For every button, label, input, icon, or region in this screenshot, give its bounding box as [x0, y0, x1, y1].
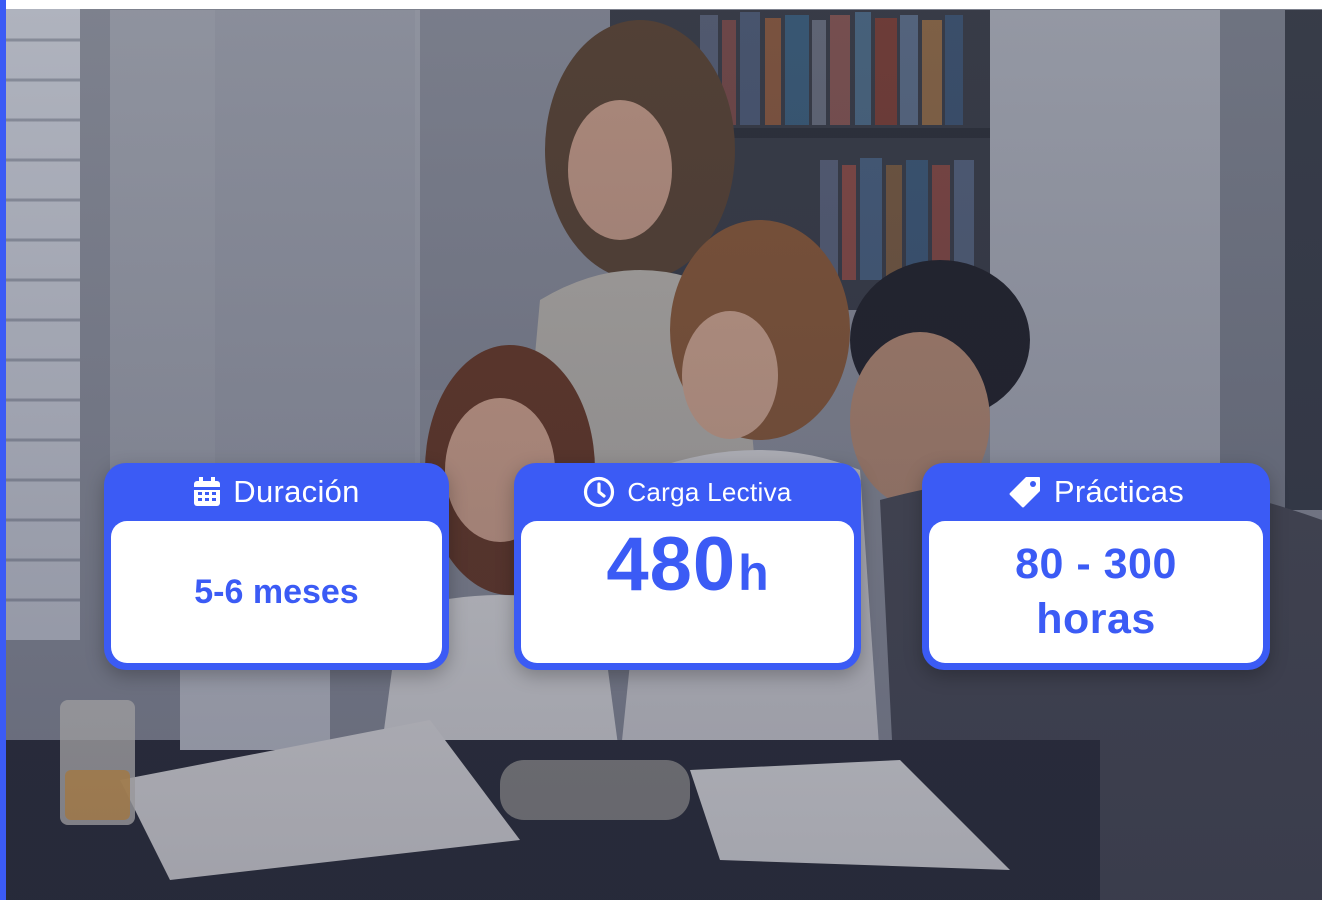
carga-lectiva-value-box: 480 h — [521, 521, 854, 663]
duracion-card: Duración 5-6 meses — [104, 463, 449, 670]
tag-icon — [1008, 475, 1042, 509]
carga-lectiva-number: 480 — [606, 522, 737, 607]
duracion-title: Duración — [233, 474, 360, 509]
duracion-card-header: Duración — [104, 463, 449, 521]
carga-lectiva-card-header: Carga Lectiva — [514, 463, 861, 521]
practicas-range: 80 - 300 — [1015, 539, 1177, 588]
calendar-icon — [193, 477, 221, 507]
practicas-value-box: 80 - 300 horas — [929, 521, 1263, 663]
duracion-value-box: 5-6 meses — [111, 521, 442, 663]
hero-photo — [0, 0, 1322, 900]
clock-icon — [583, 476, 615, 508]
carga-lectiva-card: Carga Lectiva 480 h — [514, 463, 861, 670]
top-border — [0, 0, 1322, 9]
left-accent-bar — [0, 0, 6, 900]
practicas-card: Prácticas 80 - 300 horas — [922, 463, 1270, 670]
practicas-title: Prácticas — [1053, 474, 1185, 509]
practicas-card-header: Prácticas — [922, 463, 1270, 521]
photo-tint — [0, 0, 1322, 900]
duracion-value: 5-6 meses — [194, 572, 359, 611]
carga-lectiva-unit: h — [738, 545, 769, 601]
practicas-unit: horas — [1036, 595, 1156, 643]
carga-lectiva-title: Carga Lectiva — [627, 476, 792, 507]
